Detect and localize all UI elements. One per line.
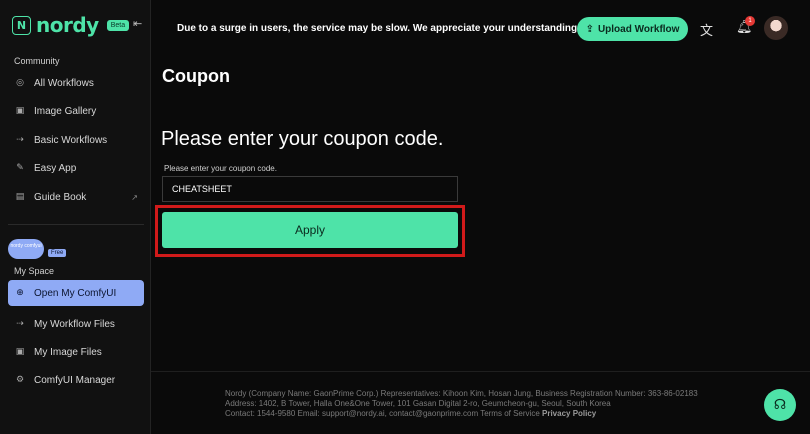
external-link-icon: ↗: [131, 192, 138, 202]
sidebar-item-label: Basic Workflows: [34, 134, 108, 146]
support-headset-icon[interactable]: ☊: [764, 389, 796, 421]
apply-button[interactable]: Apply: [162, 212, 458, 248]
footer-contact-text: Contact: 1544-9580 Email: support@nordy.…: [225, 409, 540, 418]
myspace-label: My Space: [14, 266, 55, 276]
coupon-field-label: Please enter your coupon code.: [164, 164, 277, 173]
plus-circle-icon: ⊕: [16, 288, 24, 298]
top-bar: Due to a surge in users, the service may…: [151, 0, 810, 56]
arrow-flow-icon: ⇢: [16, 319, 24, 329]
collapse-sidebar-icon[interactable]: ⇤: [133, 17, 142, 30]
sidebar-item-guide-book[interactable]: ▤ Guide Book ↗: [8, 184, 144, 210]
image-icon: ▣: [15, 106, 25, 116]
sidebar-item-label: Guide Book: [34, 191, 87, 203]
sidebar-item-my-workflow-files[interactable]: ⇢ My Workflow Files: [8, 311, 144, 337]
beta-badge: Beta: [106, 19, 130, 31]
upload-workflow-button[interactable]: ⇪ Upload Workflow: [577, 17, 688, 41]
gear-icon: ⚙: [15, 375, 25, 385]
book-icon: ▤: [15, 192, 25, 202]
community-label: Community: [14, 56, 60, 66]
nordy-comfyui-cloud-icon: nordy comfyui: [8, 239, 44, 259]
upload-icon: ⇪: [585, 23, 594, 35]
sidebar-item-label: ComfyUI Manager: [34, 374, 116, 386]
footer-company-info: Nordy (Company Name: GaonPrime Corp.) Re…: [225, 389, 698, 398]
service-notice: Due to a surge in users, the service may…: [177, 23, 580, 34]
translate-icon[interactable]: 文: [700, 20, 718, 39]
footer-address: Address: 1402, B Tower, Halla One&One To…: [225, 399, 611, 408]
sidebar-item-label: Open My ComfyUI: [34, 287, 117, 299]
coupon-heading: Please enter your coupon code.: [161, 128, 444, 150]
edit-icon: ✎: [16, 163, 24, 173]
sidebar-item-label: My Workflow Files: [34, 318, 115, 330]
image-icon: ▣: [15, 347, 25, 357]
upload-workflow-label: Upload Workflow: [597, 23, 680, 35]
sidebar-item-comfyui-manager[interactable]: ⚙ ComfyUI Manager: [8, 367, 144, 393]
sidebar: N nordy Beta ⇤ Community ◎ All Workflows…: [0, 0, 151, 434]
brand-name: nordy: [36, 13, 99, 37]
sidebar-item-open-my-comfyui[interactable]: ⊕ Open My ComfyUI: [8, 280, 144, 306]
sidebar-divider: [8, 224, 144, 225]
sidebar-item-label: All Workflows: [34, 77, 94, 89]
logo[interactable]: N nordy Beta: [12, 13, 130, 37]
logo-mark-icon: N: [12, 15, 31, 35]
globe-icon: ◎: [16, 78, 24, 88]
sidebar-item-my-image-files[interactable]: ▣ My Image Files: [8, 339, 144, 365]
footer-contact: Contact: 1544-9580 Email: support@nordy.…: [225, 409, 698, 419]
sidebar-item-label: Easy App: [34, 162, 77, 174]
sidebar-item-image-gallery[interactable]: ▣ Image Gallery: [8, 98, 144, 124]
arrow-flow-icon: ⇢: [16, 135, 24, 145]
sidebar-item-label: Image Gallery: [34, 105, 97, 117]
sidebar-item-label: My Image Files: [34, 346, 102, 358]
sidebar-item-all-workflows[interactable]: ◎ All Workflows: [8, 70, 144, 96]
footer-divider: [151, 371, 810, 372]
avatar[interactable]: [764, 16, 788, 40]
footer: Nordy (Company Name: GaonPrime Corp.) Re…: [225, 389, 698, 419]
notification-badge: 1: [745, 16, 755, 26]
sidebar-item-easy-app[interactable]: ✎ Easy App: [8, 155, 144, 181]
coupon-input[interactable]: [162, 176, 458, 202]
free-badge: Free: [48, 249, 67, 257]
privacy-policy-link[interactable]: Privacy Policy: [542, 409, 596, 418]
page-title: Coupon: [162, 66, 230, 86]
sidebar-item-basic-workflows[interactable]: ⇢ Basic Workflows: [8, 127, 144, 153]
